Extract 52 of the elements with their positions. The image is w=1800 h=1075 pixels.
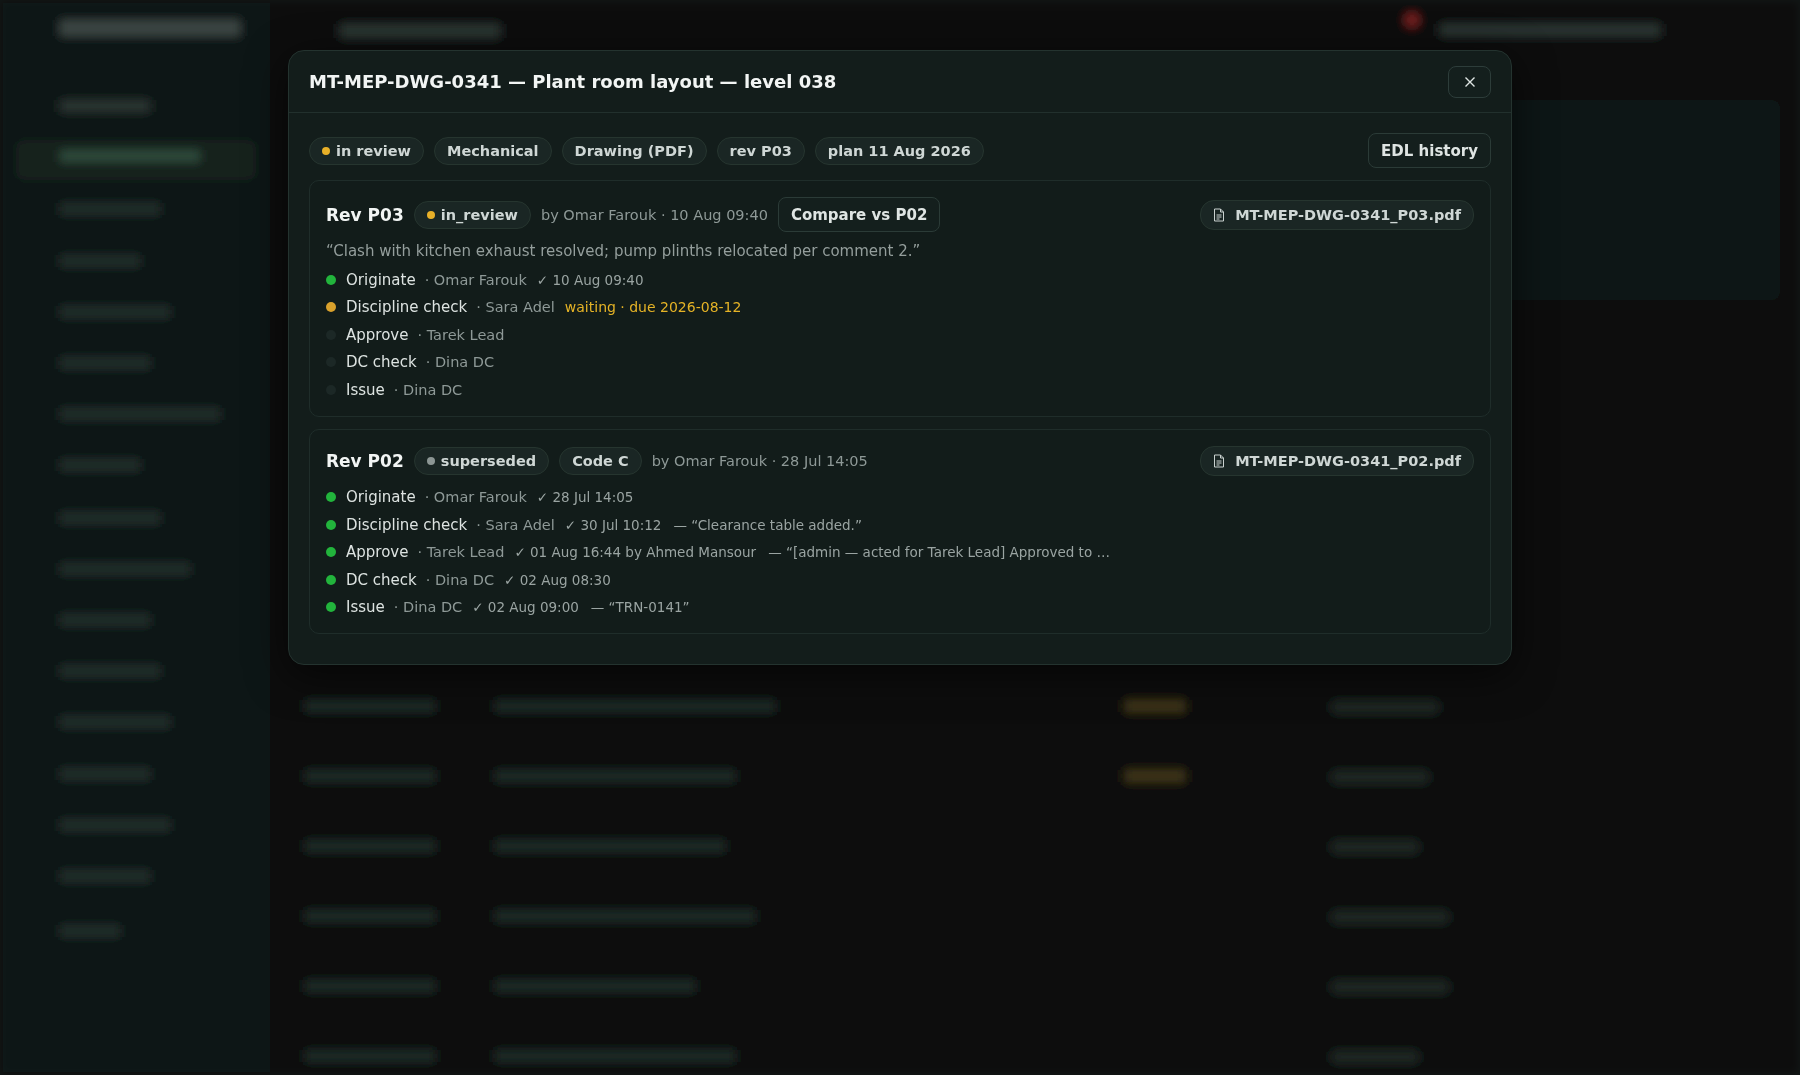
step-assignee: · Omar Farouk	[424, 489, 527, 506]
tag-chip: in review	[309, 136, 424, 165]
status-chip: in_review	[413, 200, 531, 229]
step-name: Issue	[346, 380, 385, 399]
revision-meta: by Omar Farouk · 10 Aug 09:40	[540, 206, 768, 223]
dialog-title: MT-MEP-DWG-0341 — Plant room layout — level 038	[309, 71, 837, 92]
file-link[interactable]: MT-MEP-DWG-0341_P03.pdf	[1200, 199, 1474, 230]
tag-chip: rev P03	[716, 136, 805, 165]
close-button[interactable]	[1448, 65, 1491, 98]
step-assignee: · Dina DC	[425, 571, 495, 588]
step-assignee: · Dina DC	[393, 381, 463, 398]
step-name: Discipline check	[346, 298, 468, 317]
step-name: Discipline check	[346, 515, 468, 534]
step-detail: ✓ 10 Aug 09:40	[536, 271, 644, 288]
step-detail: waiting · due 2026-08-12	[564, 299, 742, 316]
step-assignee: · Omar Farouk	[424, 271, 527, 288]
revision-title: Rev P02	[326, 450, 404, 471]
step-note: — “[admin — acted for Tarek Lead] Approved to …	[768, 544, 1110, 561]
step-assignee: · Tarek Lead	[417, 326, 505, 343]
file-link[interactable]: MT-MEP-DWG-0341_P02.pdf	[1200, 445, 1474, 476]
step-detail: ✓ 30 Jul 10:12	[564, 516, 662, 533]
step-note: — “TRN-0141”	[590, 599, 690, 616]
revision-title: Rev P03	[326, 204, 404, 225]
step-assignee: · Dina DC	[425, 354, 495, 371]
compare-button[interactable]: Compare vs P02	[777, 197, 941, 232]
tag-chip: plan 11 Aug 2026	[814, 136, 984, 165]
step-name: DC check	[346, 353, 417, 372]
step-name: Originate	[346, 488, 416, 507]
step-detail: ✓ 02 Aug 08:30	[504, 571, 611, 588]
code-chip: Code C	[559, 446, 642, 475]
edl-history-button[interactable]: EDL history	[1368, 133, 1491, 168]
document-icon	[1213, 207, 1226, 222]
close-icon	[1463, 75, 1476, 88]
document-icon	[1213, 453, 1226, 468]
tag-chip: Mechanical	[434, 136, 552, 165]
step-assignee: · Tarek Lead	[417, 544, 505, 561]
step-note: — “Clearance table added.”	[673, 516, 862, 533]
step-name: DC check	[346, 570, 417, 589]
step-name: Approve	[346, 543, 409, 562]
revision-comment: “Clash with kitchen exhaust resolved; pump plinths relocated per comment 2.”	[326, 242, 922, 260]
step-name: Originate	[346, 270, 416, 289]
step-name: Approve	[346, 325, 409, 344]
status-chip: superseded	[413, 446, 550, 475]
step-detail: ✓ 02 Aug 09:00	[472, 599, 579, 616]
revision-meta: by Omar Farouk · 28 Jul 14:05	[651, 452, 868, 469]
step-assignee: · Sara Adel	[476, 299, 555, 316]
step-name: Issue	[346, 598, 385, 617]
step-detail: ✓ 01 Aug 16:44 by Ahmed Mansour	[514, 544, 757, 561]
tag-chip: Drawing (PDF)	[561, 136, 707, 165]
step-assignee: · Sara Adel	[476, 516, 555, 533]
step-assignee: · Dina DC	[393, 599, 463, 616]
step-detail: ✓ 28 Jul 14:05	[536, 489, 634, 506]
